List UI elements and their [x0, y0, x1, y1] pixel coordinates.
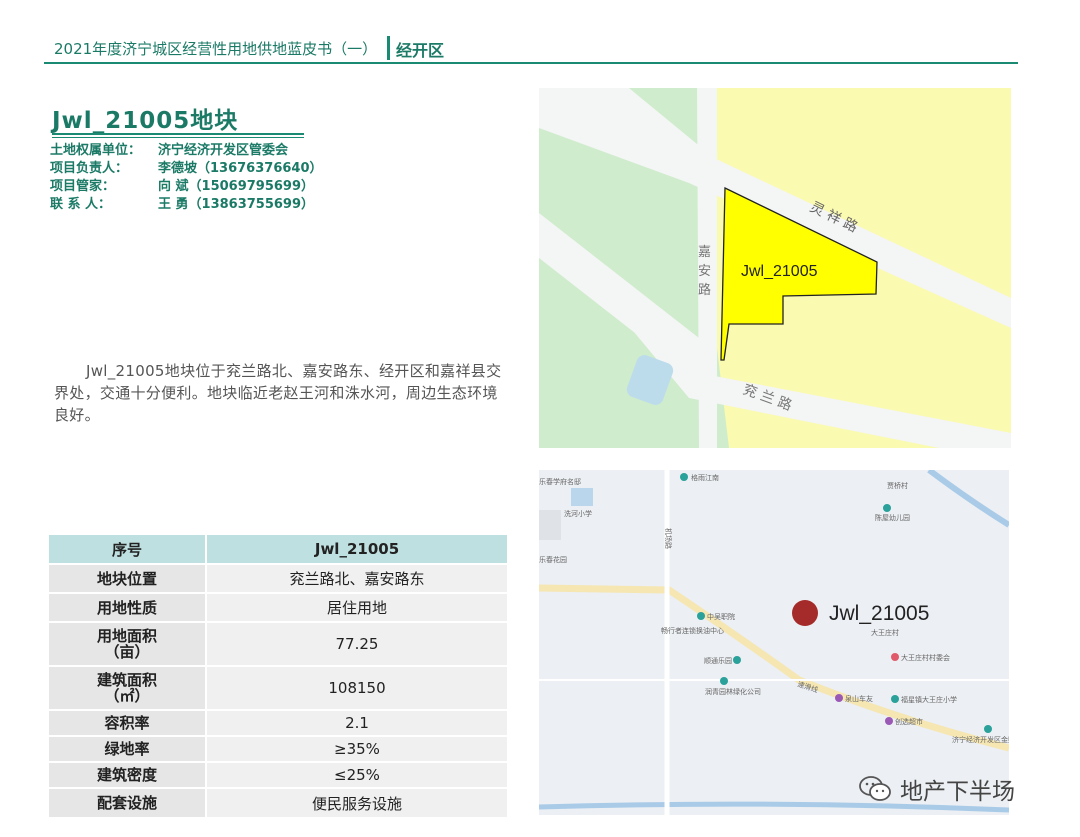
poi-marker [733, 656, 741, 664]
table-key: 用地性质 [49, 593, 207, 623]
contact-value: 向 斌（15069795699） [158, 179, 315, 194]
table-value: 便民服务设施 [206, 788, 509, 819]
table-row: 用地性质 居住用地 [49, 593, 509, 623]
table-row: 用地面积 （亩） 77.25 [49, 622, 509, 667]
contact-row-manager: 项目负责人： 李德坡（13676376640） [50, 160, 323, 178]
poi-label: 乐春学府名邸 [539, 477, 581, 486]
table-row: 地块位置 兖兰路北、嘉安路东 [49, 564, 509, 594]
district-title: 经开区 [396, 41, 445, 60]
location-map: 格雨江南 贾桥村 乐春学府名邸 洗河小学 陈屋幼儿园 机场路 中吴职院 畅行者连… [539, 470, 1009, 815]
jiaan-road-label: 嘉安路 [698, 245, 711, 298]
poi-label: 济宁经济开发区金熙机械有限公司 [952, 735, 1009, 744]
poi-label: 大王庄村村委会 [901, 653, 950, 662]
contact-block: 土地权属单位： 济宁经济开发区管委会 项目负责人： 李德坡（1367637664… [50, 142, 323, 214]
table-value: 2.1 [206, 710, 509, 737]
location-marker [792, 600, 818, 626]
watermark-text: 地产下半场 [900, 779, 1015, 805]
table-header-key: 序号 [49, 535, 207, 565]
table-row: 容积率 2.1 [49, 710, 509, 737]
table-key: 地块位置 [49, 564, 207, 594]
table-header-row: 序号 Jwl_21005 [49, 535, 509, 565]
wechat-icon [859, 776, 891, 801]
poi-label: 机场路 [664, 528, 673, 549]
parcel-plan-svg: Jwl_21005 灵 祥 路 嘉安路 兖 兰 路 [539, 88, 1011, 448]
poi-label: 泉山车友 [845, 694, 873, 703]
parcel-description: Jwl_21005地块位于兖兰路北、嘉安路东、经开区和嘉祥县交界处，交通十分便利… [54, 362, 502, 424]
poi-marker [680, 473, 688, 481]
table-key: 绿地率 [49, 736, 207, 763]
poi-label: 陈屋幼儿园 [875, 513, 910, 522]
document-title: 2021年度济宁城区经营性用地供地蓝皮书（一） [54, 40, 378, 58]
contact-label: 土地权属单位： [50, 143, 142, 158]
contact-label: 联 系 人： [50, 197, 112, 212]
table-row: 建筑密度 ≤25% [49, 762, 509, 789]
contact-label: 项目负责人： [50, 161, 129, 176]
poi-marker [883, 504, 891, 512]
title-underline-thin [52, 137, 304, 138]
poi-marker [697, 612, 705, 620]
poi-marker [984, 725, 992, 733]
water-feature [571, 488, 593, 506]
parcel-plan-map: Jwl_21005 灵 祥 路 嘉安路 兖 兰 路 [539, 88, 1011, 448]
poi-marker [835, 694, 843, 702]
poi-label: 顺通乐园 [704, 656, 732, 665]
poi-label: 中吴职院 [707, 612, 735, 621]
title-underline [52, 133, 304, 135]
poi-label: 润青园林绿化公司 [705, 687, 761, 696]
poi-marker [891, 653, 899, 661]
contact-value: 王 勇（13863755699） [158, 197, 315, 212]
table-key: 容积率 [49, 710, 207, 737]
table-value: ≥35% [206, 736, 509, 763]
poi-marker [885, 717, 893, 725]
poi-marker [891, 695, 899, 703]
location-marker-label: Jwl_21005 [829, 602, 929, 625]
poi-label: 大王庄村 [871, 628, 899, 637]
table-row: 建筑面积 （㎡） 108150 [49, 666, 509, 711]
parcel-map-label: Jwl_21005 [741, 263, 818, 280]
parcel-title: Jwl_21005地块 [52, 108, 239, 134]
page-header: 2021年度济宁城区经营性用地供地蓝皮书（一） 经开区 [44, 36, 1018, 64]
contact-label: 项目管家： [50, 179, 116, 194]
contact-value: 李德坡（13676376640） [158, 161, 323, 176]
table-value: ≤25% [206, 762, 509, 789]
map-background [539, 470, 1009, 815]
contact-row-owner: 土地权属单位： 济宁经济开发区管委会 [50, 142, 323, 160]
poi-label: 乐春花园 [539, 555, 567, 564]
contact-row-steward: 项目管家： 向 斌（15069795699） [50, 178, 323, 196]
poi-label: 贾桥村 [887, 481, 908, 490]
header-separator [387, 36, 390, 60]
table-header-value: Jwl_21005 [206, 535, 509, 565]
table-value: 兖兰路北、嘉安路东 [206, 564, 509, 594]
contact-value: 济宁经济开发区管委会 [158, 143, 289, 158]
parcel-info-table: 序号 Jwl_21005 地块位置 兖兰路北、嘉安路东 用地性质 居住用地 用地… [49, 535, 509, 819]
table-row: 绿地率 ≥35% [49, 736, 509, 763]
table-key: 建筑密度 [49, 762, 207, 789]
table-value: 108150 [206, 666, 509, 711]
poi-label: 创选超市 [895, 717, 923, 726]
table-key: 用地面积 （亩） [49, 622, 207, 667]
table-key: 建筑面积 （㎡） [49, 666, 207, 711]
table-key: 配套设施 [49, 788, 207, 819]
poi-label: 福星镇大王庄小学 [901, 695, 957, 704]
poi-marker [720, 677, 728, 685]
table-value: 77.25 [206, 622, 509, 667]
poi-label: 格雨江南 [691, 473, 719, 482]
table-row: 配套设施 便民服务设施 [49, 788, 509, 819]
location-map-svg: 格雨江南 贾桥村 乐春学府名邸 洗河小学 陈屋幼儿园 机场路 中吴职院 畅行者连… [539, 470, 1009, 815]
watermark: 地产下半场 [858, 772, 1015, 806]
poi-label: 畅行者连锁换油中心 [661, 626, 724, 635]
table-value: 居住用地 [206, 593, 509, 623]
building-block [539, 510, 561, 540]
poi-label: 洗河小学 [564, 509, 592, 518]
contact-row-contact: 联 系 人： 王 勇（13863755699） [50, 196, 323, 214]
